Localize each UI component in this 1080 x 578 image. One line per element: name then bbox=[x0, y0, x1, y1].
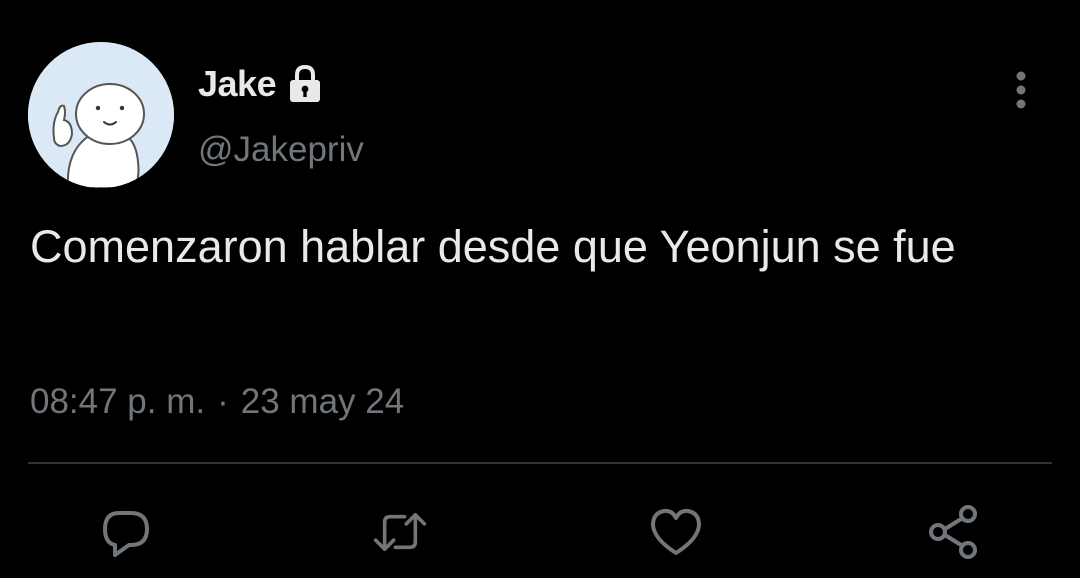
tweet-text: Comenzaron hablar desde que Yeonjun se f… bbox=[30, 221, 956, 272]
tweet-date[interactable]: 23 may 24 bbox=[241, 382, 404, 422]
tweet-time[interactable]: 08:47 p. m. bbox=[30, 382, 205, 422]
more-options-button[interactable] bbox=[1000, 68, 1042, 112]
display-name[interactable]: Jake bbox=[198, 63, 277, 105]
tweet-detail: Jake @Jakepriv Comenzaron hablar desde q… bbox=[0, 0, 1080, 578]
reply-icon bbox=[103, 511, 149, 557]
more-vertical-icon bbox=[1016, 71, 1026, 109]
reply-button[interactable] bbox=[98, 504, 154, 560]
avatar[interactable] bbox=[28, 42, 174, 188]
heart-icon bbox=[651, 508, 701, 555]
divider bbox=[28, 462, 1052, 464]
cartoon-character-avatar bbox=[28, 42, 174, 188]
meta-separator: · bbox=[217, 382, 229, 421]
tweet-timestamp: 08:47 p. m. · 23 may 24 bbox=[30, 382, 404, 422]
share-icon bbox=[929, 505, 977, 559]
retweet-button[interactable] bbox=[372, 504, 428, 560]
retweet-icon bbox=[373, 513, 427, 551]
like-button[interactable] bbox=[648, 504, 704, 560]
user-name-row: Jake bbox=[198, 62, 326, 106]
lock-icon bbox=[284, 63, 326, 105]
user-handle[interactable]: @Jakepriv bbox=[198, 130, 364, 170]
share-button[interactable] bbox=[926, 504, 982, 560]
